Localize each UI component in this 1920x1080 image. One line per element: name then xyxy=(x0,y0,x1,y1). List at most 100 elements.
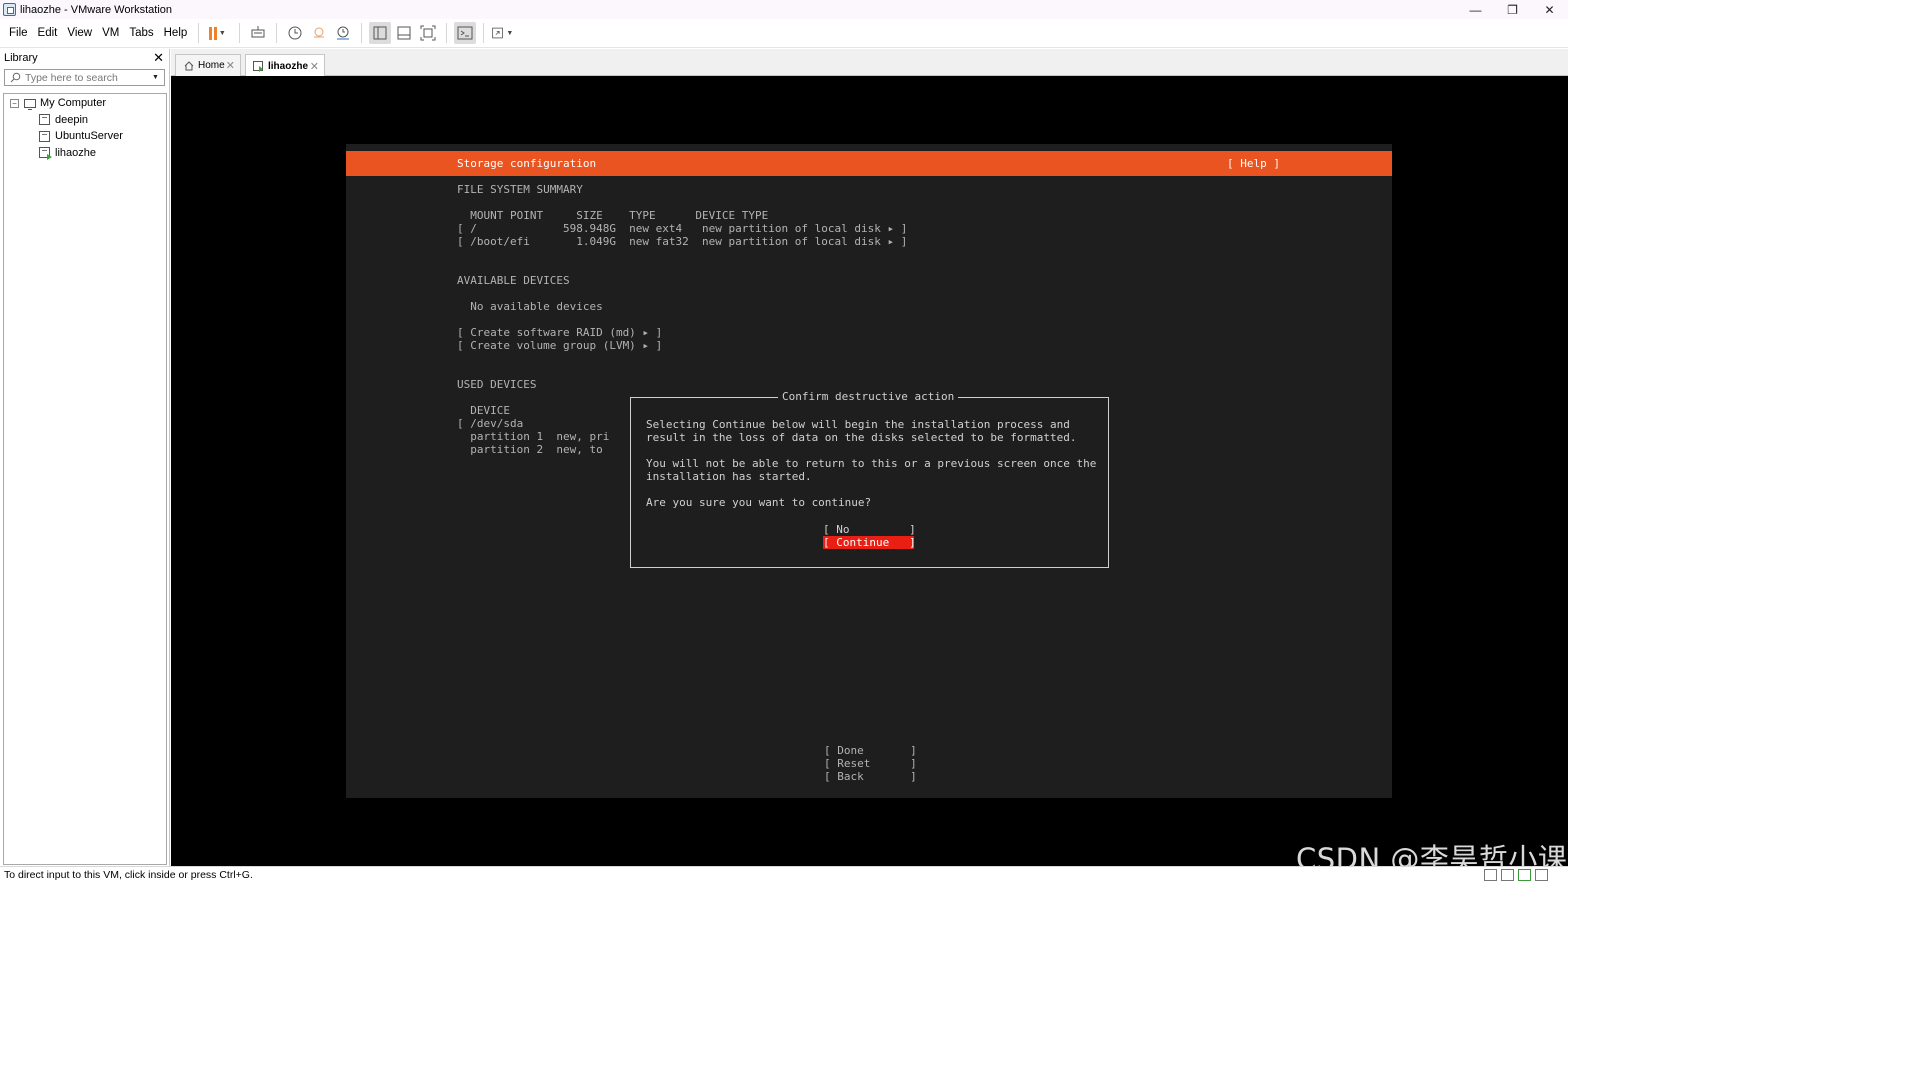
close-tab-icon[interactable]: ✕ xyxy=(310,60,319,73)
pause-button[interactable]: ▼ xyxy=(206,22,228,44)
toolbar-separator xyxy=(483,23,485,43)
snapshot-button[interactable] xyxy=(284,22,306,44)
computer-icon xyxy=(24,98,36,110)
toolbar-separator xyxy=(446,23,448,43)
tab-home[interactable]: Home ✕ xyxy=(175,54,241,76)
revert-snapshot-button[interactable] xyxy=(308,22,330,44)
fs-row[interactable]: [ /boot/efi 1.049G new fat32 new partiti… xyxy=(457,235,907,248)
used-device-line[interactable]: [ /dev/sda xyxy=(457,417,523,430)
network-adapter-icon[interactable] xyxy=(1518,869,1531,881)
search-input[interactable]: Type here to search xyxy=(25,72,152,84)
menu-vm[interactable]: VM xyxy=(97,27,124,39)
close-window-button[interactable]: ✕ xyxy=(1531,0,1568,19)
used-device-line: DEVICE xyxy=(457,404,510,417)
close-tab-icon[interactable]: ✕ xyxy=(226,59,235,72)
collapse-icon[interactable]: − xyxy=(10,98,19,108)
full-screen-icon xyxy=(420,25,436,41)
message-icon[interactable] xyxy=(1535,869,1548,881)
installer-header: Storage configuration [ Help ] xyxy=(346,151,1392,176)
fs-row[interactable]: [ / 598.948G new ext4 new partition of l… xyxy=(457,222,907,235)
vmware-window: { "window": { "title": "lihaozhe - VMwar… xyxy=(0,0,1568,883)
used-device-line: partition 2 new, to xyxy=(457,443,603,456)
done-button[interactable]: [ Done ] xyxy=(824,744,917,757)
tab-label: Home xyxy=(198,60,225,71)
reset-button[interactable]: [ Reset ] xyxy=(824,757,917,770)
toolbar-separator xyxy=(239,23,241,43)
used-device-line: partition 1 new, pri xyxy=(457,430,610,443)
vm-console[interactable]: Storage configuration [ Help ] FILE SYST… xyxy=(171,76,1568,866)
create-lvm-button[interactable]: [ Create volume group (LVM) ▸ ] xyxy=(457,339,662,352)
vm-running-icon xyxy=(253,60,264,72)
help-button[interactable]: [ Help ] xyxy=(1227,157,1280,170)
search-icon xyxy=(5,72,25,83)
hard-disk-icon[interactable] xyxy=(1484,869,1497,881)
back-button[interactable]: [ Back ] xyxy=(824,770,917,783)
close-library-icon[interactable]: ✕ xyxy=(153,50,164,66)
show-library-button[interactable] xyxy=(369,22,392,44)
vmware-app-icon xyxy=(3,3,16,16)
chevron-down-icon[interactable]: ▼ xyxy=(152,74,164,81)
no-devices-text: No available devices xyxy=(457,300,603,313)
available-devices-heading: AVAILABLE DEVICES xyxy=(457,274,570,287)
tree-label: deepin xyxy=(55,113,89,126)
cd-rom-icon[interactable] xyxy=(1501,869,1514,881)
tree-label: lihaozhe xyxy=(55,146,96,159)
toolbar-separator xyxy=(198,23,200,43)
create-raid-button[interactable]: [ Create software RAID (md) ▸ ] xyxy=(457,326,662,339)
menu-tabs[interactable]: Tabs xyxy=(124,27,158,39)
vm-icon xyxy=(39,130,50,142)
tree-item-lihaozhe[interactable]: lihaozhe xyxy=(4,145,166,162)
status-text: To direct input to this VM, click inside… xyxy=(4,869,253,881)
ubuntu-installer-screen[interactable]: Storage configuration [ Help ] FILE SYST… xyxy=(346,144,1392,798)
continue-button[interactable]: [ Continue ] xyxy=(823,536,916,549)
chevron-down-icon[interactable]: ▼ xyxy=(219,30,226,37)
stretch-icon xyxy=(492,27,504,39)
dialog-text: installation has started. xyxy=(646,470,812,483)
tab-label: lihaozhe xyxy=(268,60,309,72)
tree-label: My Computer xyxy=(40,97,107,110)
menu-help[interactable]: Help xyxy=(159,27,193,39)
tree-item-my-computer[interactable]: − My Computer xyxy=(4,95,166,112)
library-panel: Library ✕ Type here to search ▼ − My Com… xyxy=(0,49,170,866)
title-bar: lihaozhe - VMware Workstation — ❐ ✕ xyxy=(0,0,1568,19)
dialog-text: result in the loss of data on the disks … xyxy=(646,431,1077,444)
library-search[interactable]: Type here to search ▼ xyxy=(4,69,165,86)
thumbnail-bar-button[interactable] xyxy=(393,22,415,44)
full-screen-button[interactable] xyxy=(417,22,439,44)
revert-snapshot-icon xyxy=(314,27,325,38)
dialog-text: You will not be able to return to this o… xyxy=(646,457,1097,470)
send-ctrl-alt-del-button[interactable] xyxy=(247,22,269,44)
used-devices-heading: USED DEVICES xyxy=(457,378,537,391)
dialog-question: Are you sure you want to continue? xyxy=(646,496,872,509)
library-title: Library xyxy=(4,52,38,64)
no-button[interactable]: [ No ] xyxy=(823,523,916,536)
tab-lihaozhe[interactable]: lihaozhe ✕ xyxy=(245,54,325,77)
toolbar-separator xyxy=(276,23,278,43)
terminal-icon xyxy=(457,26,473,40)
snapshot-clock-icon xyxy=(288,26,302,40)
menu-toolbar: File Edit View VM Tabs Help ▼ ▼ xyxy=(0,19,1568,48)
thumbnail-view-icon xyxy=(397,26,411,40)
minimize-button[interactable]: — xyxy=(1457,0,1494,19)
menu-file[interactable]: File xyxy=(4,27,33,39)
stretch-guest-button[interactable]: ▼ xyxy=(491,22,513,44)
tree-item-ubuntuserver[interactable]: UbuntuServer xyxy=(4,128,166,145)
chevron-down-icon[interactable]: ▼ xyxy=(506,30,513,37)
status-bar: To direct input to this VM, click inside… xyxy=(0,866,1568,883)
pause-icon xyxy=(208,26,217,40)
vm-icon xyxy=(39,114,50,126)
menu-edit[interactable]: Edit xyxy=(33,27,63,39)
restore-button[interactable]: ❐ xyxy=(1494,0,1531,19)
fs-summary-heading: FILE SYSTEM SUMMARY xyxy=(457,183,583,196)
confirm-dialog: Confirm destructive action Selecting Con… xyxy=(630,390,1109,568)
menu-view[interactable]: View xyxy=(62,27,97,39)
library-view-icon xyxy=(373,26,387,40)
home-icon xyxy=(183,60,194,71)
dialog-title: Confirm destructive action xyxy=(778,390,959,403)
keyboard-send-icon xyxy=(251,26,265,38)
fs-columns: MOUNT POINT SIZE TYPE DEVICE TYPE xyxy=(457,209,769,222)
snapshot-manager-button[interactable] xyxy=(332,22,354,44)
dialog-text: Selecting Continue below will begin the … xyxy=(646,418,1070,431)
tree-item-deepin[interactable]: deepin xyxy=(4,112,166,129)
console-view-button[interactable] xyxy=(454,22,477,44)
